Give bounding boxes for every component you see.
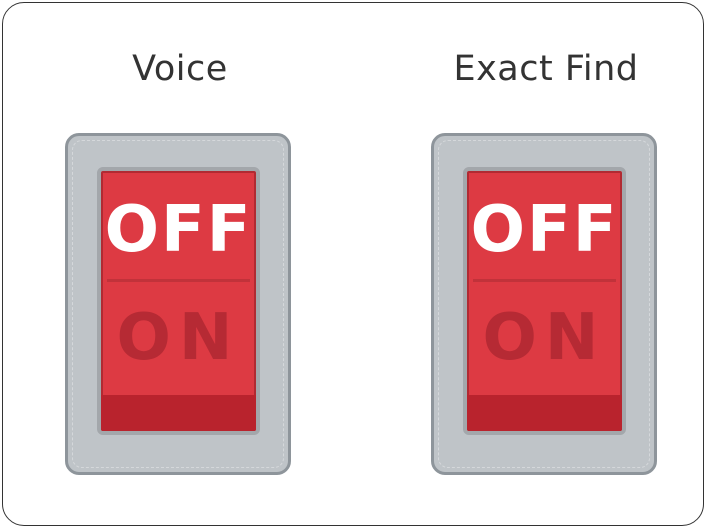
exact-find-off-label: OFF [470, 193, 619, 267]
exact-find-on-label: ON [482, 301, 607, 375]
voice-rocker-base [101, 395, 256, 431]
voice-rocker-divider [107, 279, 250, 282]
exact-find-switch-label: Exact Find [453, 49, 639, 89]
voice-off-label: OFF [104, 193, 253, 267]
voice-rocker[interactable]: OFF ON [97, 167, 260, 435]
voice-switch-group: Voice OFF ON [65, 3, 295, 523]
exact-find-rocker-base [467, 395, 622, 431]
exact-find-rocker-divider [473, 279, 616, 282]
voice-switch-label: Voice [132, 49, 228, 89]
toggle-panel: Voice OFF ON Exact Find OFF ON [2, 2, 704, 526]
exact-find-rocker[interactable]: OFF ON [463, 167, 626, 435]
voice-on-label: ON [116, 301, 241, 375]
exact-find-switch-group: Exact Find OFF ON [431, 3, 661, 523]
voice-toggle-switch[interactable]: OFF ON [65, 133, 291, 475]
exact-find-toggle-switch[interactable]: OFF ON [431, 133, 657, 475]
